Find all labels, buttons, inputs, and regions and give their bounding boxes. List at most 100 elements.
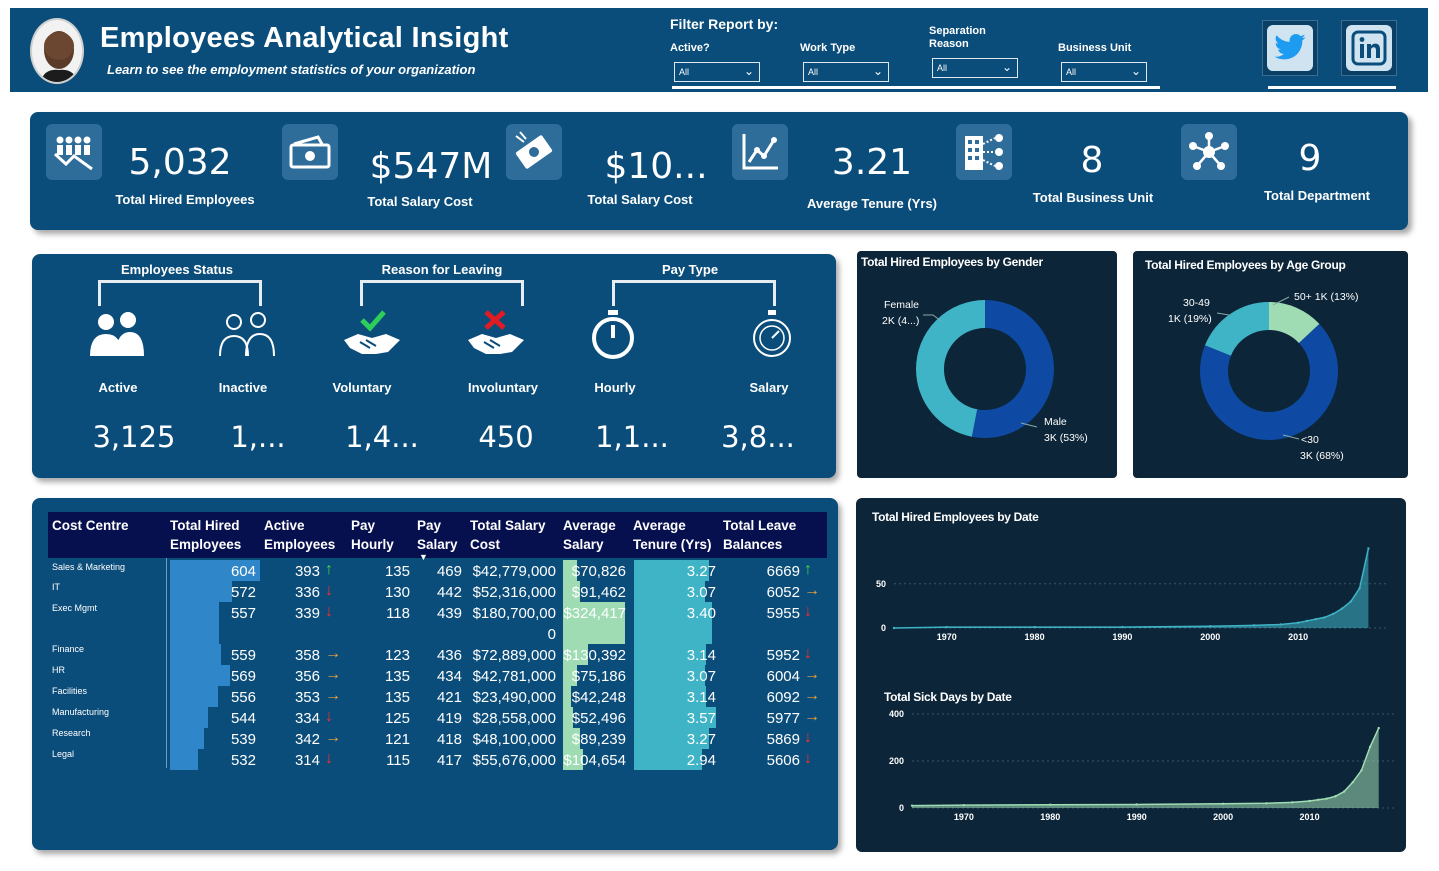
data-point[interactable] [1317,798,1320,801]
trend-down-icon: ↓ [325,708,333,725]
series-line[interactable] [911,727,1380,807]
cell-hourly: 121 [384,731,410,748]
col-salary[interactable]: Pay Salary ▼ [417,516,458,562]
data-point[interactable] [1368,745,1372,749]
filter-title: Filter Report by: [670,16,779,32]
people-chart-icon [46,124,102,180]
bracket [360,280,524,306]
sick-days-chart: 0 200 400 1970 1980 1990 2000 2010 [889,709,1396,822]
data-point[interactable] [1360,769,1363,772]
data-point[interactable] [1121,625,1124,629]
data-point[interactable] [1296,621,1300,624]
cell-active: 339 [294,605,320,622]
hired-by-date-chart: 0 50 1970 1980 1990 2000 2010 [876,547,1386,642]
data-point[interactable] [1265,802,1268,805]
area-fill [912,728,1379,808]
label-involuntary: Involuntary [467,380,539,395]
data-point[interactable] [1135,803,1138,806]
filter-businessunit-dropdown[interactable]: All ⌄ [1061,62,1147,82]
twitter-button[interactable] [1262,20,1318,76]
cell-salary: 417 [436,752,462,769]
data-point[interactable] [1358,587,1361,590]
table-row[interactable]: 572 336 ↓ 130 442 $52,316,000 $91,462 3.07 6052 → [48,581,827,602]
filter-separation-dropdown[interactable]: All ⌄ [932,58,1018,78]
table-row[interactable]: 532 314 ↓ 115 417 $55,676,000 $104,654 2.94 5606… [48,749,827,770]
cell-leave: 6669 [766,563,800,580]
linkedin-icon [1346,25,1392,71]
cell-cost: $52,316,000 [472,584,556,601]
col-avg-salary[interactable]: Average Salary [563,516,616,554]
y-tick-label: 200 [889,756,904,766]
cell-hourly: 130 [384,584,410,601]
table-row[interactable]: 556 353 → 135 421 $23,490,000 $42,248 3.14 6092 → [48,686,827,707]
data-point[interactable] [1314,617,1317,621]
data-point[interactable] [910,804,914,807]
kpi-salary-cost2-value: $10... [604,146,708,187]
linkedin-button[interactable] [1341,20,1397,76]
cell-avg-salary: $324,417 [563,605,626,622]
page-title: Employees Analytical Insight [100,22,509,54]
data-point[interactable] [1308,799,1311,803]
cell-cost: $23,490,000 [472,689,556,706]
gender-male-label: Male [1044,416,1067,428]
data-point[interactable] [945,625,948,629]
data-point[interactable] [1349,600,1353,603]
salary-stopwatch-icon [740,308,804,364]
col-active[interactable]: Active Employees [264,516,335,554]
cell-cost: $48,100,000 [472,731,556,748]
filter-separation-value: All [937,63,948,73]
col-hired[interactable]: Total Hired Employees [170,516,241,554]
x-tick-label: 1980 [1040,812,1060,822]
cell-hired: 556 [230,689,256,706]
cell-cost: $72,889,000 [472,647,556,664]
kpi-salary-cost2-label: Total Salary Cost [587,192,693,207]
series-line[interactable] [893,548,1370,629]
data-point[interactable] [1253,624,1256,627]
trend-down-icon: ↓ [804,603,812,620]
col-cost-centre[interactable]: Cost Centre [52,516,129,535]
table-row[interactable]: 544 334 ↓ 125 419 $28,558,000 $52,496 3.57 5977 → [48,707,827,728]
data-point[interactable] [1325,797,1329,800]
data-point[interactable] [1279,623,1282,626]
value-inactive: 1,... [230,420,286,454]
age-30-49-label: 30-49 [1183,297,1210,309]
col-salary-line1: Pay [417,518,442,533]
data-point[interactable] [962,803,966,807]
data-point[interactable] [1305,619,1309,623]
table-row[interactable]: 569 356 → 135 434 $42,781,000 $75,186 3.07 6004 → [48,665,827,686]
data-point[interactable] [1332,612,1335,616]
data-point[interactable] [1291,801,1294,804]
data-point[interactable] [1334,795,1337,798]
cell-active: 393 [294,563,320,580]
trend-right-icon: → [804,708,820,725]
data-point[interactable] [1221,802,1225,805]
data-point[interactable] [1033,625,1036,629]
data-point[interactable] [892,626,896,630]
trend-right-icon: → [804,582,820,599]
cell-cost-centre: Exec Mgmt [52,603,98,613]
filter-worktype-dropdown[interactable]: All ⌄ [803,62,889,82]
data-point[interactable] [1340,607,1344,610]
col-cost[interactable]: Total Salary Cost [470,516,546,554]
label-salary: Salary [749,380,789,395]
table-row[interactable]: 539 342 → 121 418 $48,100,000 $89,239 3.27 5869 ↓ [48,728,827,749]
filter-active-dropdown[interactable]: All ⌄ [674,62,760,82]
header-bar: Employees Analytical Insight Learn to se… [10,8,1428,92]
data-point[interactable] [1323,616,1326,619]
label-active: Active [98,380,138,395]
cell-hired: 569 [230,668,256,685]
data-point[interactable] [1209,625,1212,628]
data-point[interactable] [1377,726,1380,730]
col-tenure[interactable]: Average Tenure (Yrs) [633,516,712,554]
data-point[interactable] [1049,803,1052,806]
data-point[interactable] [1351,780,1354,784]
table-row[interactable]: 557 339 ↓ 118 439 $180,700,00 $324,417 3.40 5955… [48,602,827,623]
col-tenure-line2: Tenure (Yrs) [633,537,712,552]
table-row[interactable]: 559 358 → 123 436 $72,889,000 $130,392 3.14 5952… [48,644,827,665]
hired-by-date-title: Total Hired Employees by Date [872,510,1039,524]
col-leave[interactable]: Total Leave Balances [723,516,796,554]
data-point[interactable] [1342,790,1346,793]
col-hourly[interactable]: Pay Hourly [351,516,394,554]
data-point[interactable] [1367,547,1370,550]
table-row[interactable]: 604 393 ↑ 135 469 $42,779,000 $70,826 3.27 6669 ↑ [48,560,827,581]
